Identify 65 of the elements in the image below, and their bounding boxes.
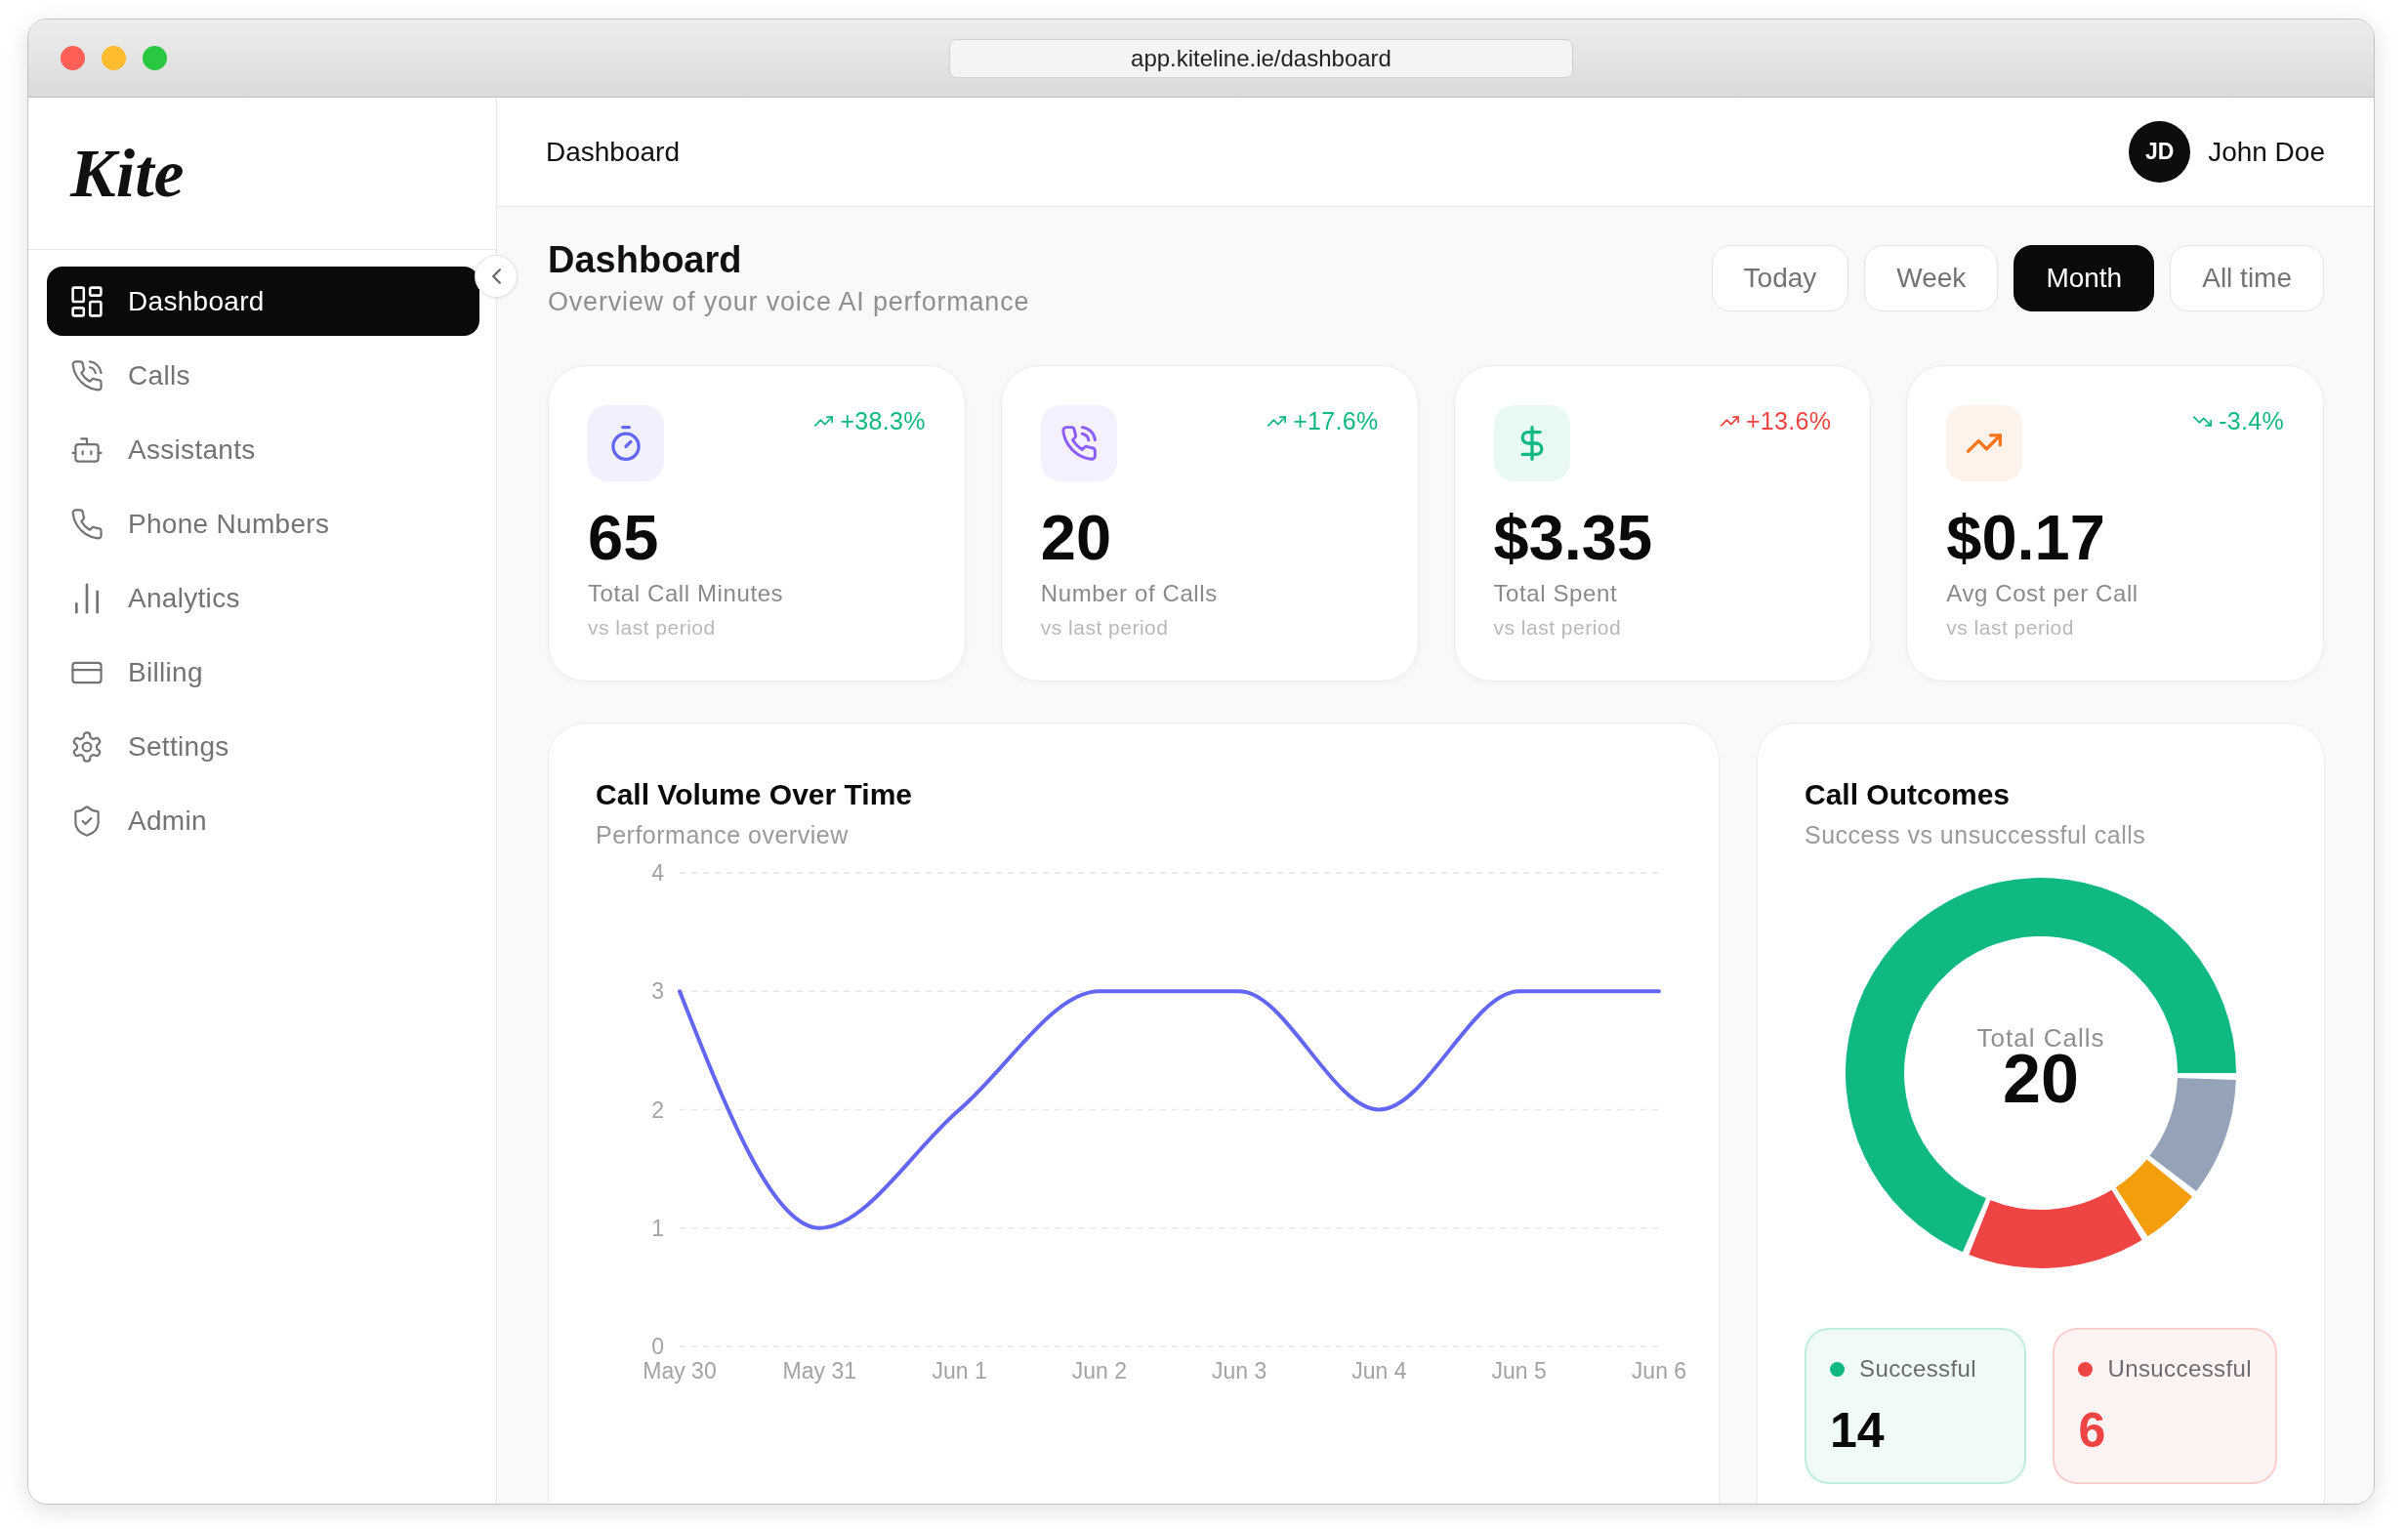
axis-label: 0 bbox=[651, 1334, 664, 1359]
axis-label: 3 bbox=[651, 978, 664, 1005]
stat-note: vs last period bbox=[1493, 615, 1623, 641]
stat-label: Avg Cost per Call bbox=[1946, 579, 2139, 608]
axis-label: 2 bbox=[651, 1096, 664, 1123]
stat-value: 65 bbox=[588, 502, 660, 574]
header-title: Dashboard bbox=[546, 136, 680, 168]
stat-note: vs last period bbox=[1946, 615, 2075, 641]
outcome-value: 6 bbox=[2078, 1402, 2107, 1460]
logo: Kite bbox=[70, 134, 185, 213]
axis-label: May 31 bbox=[782, 1358, 856, 1384]
axis-label: Jun 1 bbox=[932, 1358, 987, 1384]
page-subtitle: Overview of your voice AI performance bbox=[548, 286, 1030, 318]
user-name: John Doe bbox=[2208, 136, 2325, 168]
chevron-left-icon bbox=[491, 269, 501, 284]
chart-title: Call Outcomes bbox=[1805, 777, 2012, 812]
stat-label: Total Call Minutes bbox=[588, 579, 785, 608]
stat-value: $3.35 bbox=[1493, 502, 1654, 574]
nav-item[interactable]: Billing bbox=[47, 638, 479, 707]
axis-label: 1 bbox=[651, 1215, 664, 1241]
page-title: Dashboard bbox=[548, 238, 743, 282]
address-bar[interactable]: app.kiteline.ie/dashboard bbox=[949, 38, 1573, 78]
phone-icon bbox=[71, 508, 103, 540]
period-tab[interactable]: Week bbox=[1864, 245, 1999, 311]
axis-label: Jun 5 bbox=[1491, 1358, 1547, 1384]
settings-icon bbox=[71, 730, 103, 763]
period-tab[interactable]: All time bbox=[2170, 245, 2324, 311]
axis-label: Jun 3 bbox=[1212, 1358, 1267, 1384]
axis-label: Jun 4 bbox=[1351, 1358, 1407, 1384]
stat-label: Total Spent bbox=[1493, 579, 1619, 608]
maximize-window-icon[interactable] bbox=[143, 46, 167, 70]
stat-value: 20 bbox=[1040, 502, 1113, 574]
period-tab[interactable]: Today bbox=[1711, 245, 1849, 311]
chart-subtitle: Performance overview bbox=[596, 820, 850, 849]
outcome-value: 14 bbox=[1830, 1402, 1886, 1460]
close-window-icon[interactable] bbox=[61, 46, 85, 70]
axis-label: May 30 bbox=[643, 1358, 717, 1384]
outcome-label: Unsuccessful bbox=[2107, 1355, 2252, 1383]
nav-item[interactable]: Analytics bbox=[47, 563, 479, 633]
minimize-window-icon[interactable] bbox=[102, 46, 126, 70]
shield-check-icon bbox=[71, 805, 103, 837]
trend-value: +17.6% bbox=[1293, 406, 1379, 435]
axis-label: Jun 2 bbox=[1071, 1358, 1127, 1384]
user-avatar[interactable]: JD bbox=[2129, 121, 2191, 183]
phone-call-icon bbox=[71, 359, 103, 392]
nav-item[interactable]: Admin bbox=[47, 786, 479, 855]
period-tab[interactable]: Month bbox=[2014, 245, 2155, 311]
trend-value: +13.6% bbox=[1745, 406, 1832, 435]
axis-label: 4 bbox=[651, 860, 664, 886]
stat-label: Number of Calls bbox=[1040, 579, 1219, 608]
stat-value: $0.17 bbox=[1946, 502, 2106, 574]
stat-note: vs last period bbox=[1040, 615, 1170, 641]
grid-icon bbox=[71, 285, 103, 317]
nav-item[interactable]: Dashboard bbox=[47, 267, 479, 336]
nav-item[interactable]: Calls bbox=[47, 341, 479, 410]
trend-value: +38.3% bbox=[840, 406, 926, 435]
nav-item[interactable]: Assistants bbox=[47, 415, 479, 484]
stat-note: vs last period bbox=[588, 615, 717, 641]
axis-label: Jun 6 bbox=[1631, 1358, 1687, 1384]
nav-item[interactable]: Settings bbox=[47, 712, 479, 781]
nav-item[interactable]: Phone Numbers bbox=[47, 489, 479, 558]
chart-subtitle: Success vs unsuccessful calls bbox=[1805, 820, 2147, 849]
outcome-label: Successful bbox=[1859, 1355, 1977, 1383]
chart-title: Call Volume Over Time bbox=[596, 777, 913, 812]
trend-value: -3.4% bbox=[2219, 406, 2284, 435]
